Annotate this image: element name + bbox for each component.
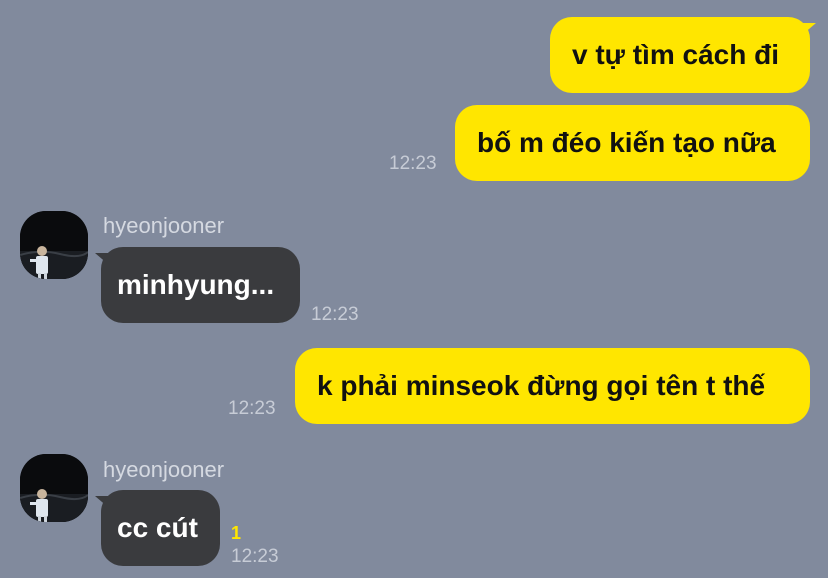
- message-timestamp: 12:23: [389, 153, 437, 174]
- avatar-photo: [20, 211, 88, 279]
- sender-name: hyeonjooner: [103, 213, 225, 238]
- sender-name: hyeonjooner: [103, 457, 225, 482]
- message-timestamp: 12:23: [228, 398, 276, 419]
- message-text: k phải minseok đừng gọi tên t thế: [317, 370, 766, 401]
- outgoing-message-bubble[interactable]: k phải minseok đừng gọi tên t thế: [295, 348, 810, 424]
- message-timestamp: 12:23: [231, 546, 279, 567]
- unread-count-badge: 1: [231, 523, 242, 543]
- outgoing-message-bubble[interactable]: v tự tìm cách đi: [550, 17, 810, 93]
- message-text: v tự tìm cách đi: [572, 39, 779, 70]
- message-timestamp: 12:23: [311, 304, 359, 325]
- message-text: bố m đéo kiến tạo nữa: [477, 127, 776, 158]
- message-text: minhyung...: [117, 269, 275, 300]
- incoming-message-bubble[interactable]: minhyung...: [101, 247, 300, 323]
- sender-avatar[interactable]: [20, 454, 88, 522]
- avatar-photo: [20, 454, 88, 522]
- message-text: cc cút: [117, 512, 198, 543]
- outgoing-message-bubble[interactable]: bố m đéo kiến tạo nữa: [455, 105, 810, 181]
- sender-avatar[interactable]: [20, 211, 88, 279]
- bubble-tail: [802, 23, 816, 35]
- incoming-message-bubble[interactable]: cc cút: [101, 490, 220, 566]
